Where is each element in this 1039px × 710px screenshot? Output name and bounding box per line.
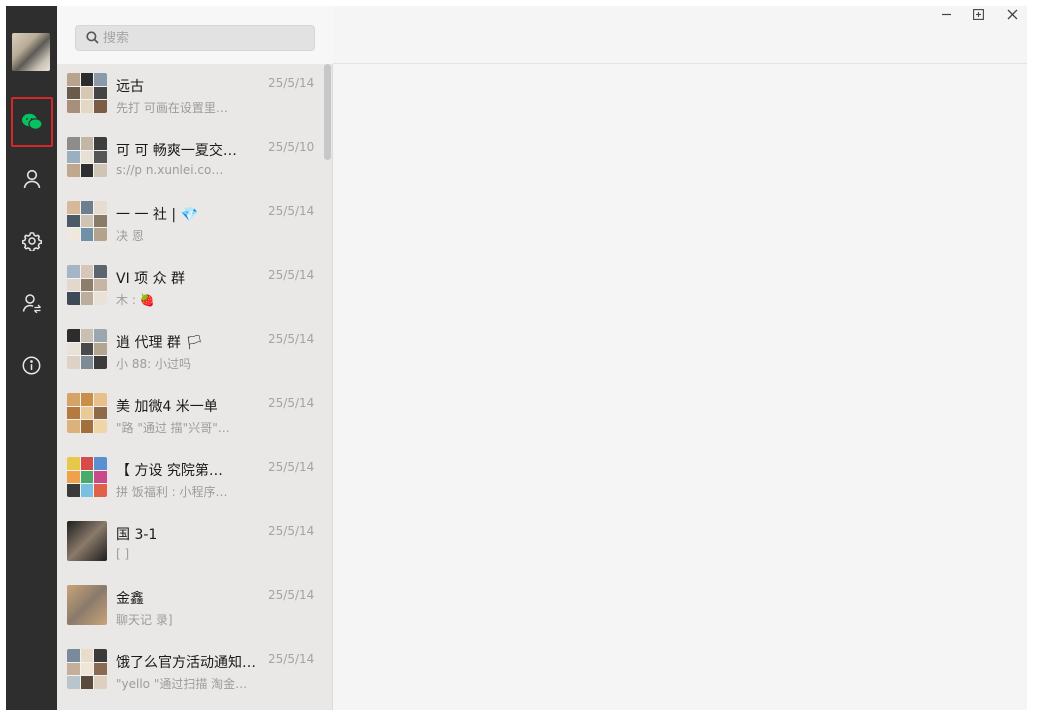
conversation-item[interactable]: 金鑫聊天记 录] 25/5/14 [57,576,323,640]
group-avatar [67,329,107,369]
close-icon [1007,8,1018,24]
chat-content-pane [333,6,1027,710]
contact-avatar [67,585,107,625]
conversation-name: 国 3-1 [116,527,158,543]
conversation-name: 美 加微4 米一单 [116,399,218,415]
conversation-date: 25/5/10 [268,140,315,154]
conversation-item[interactable]: 逍 代理 群 🏳 小 88: 小过吗 25/5/14 [57,320,323,384]
conversation-item[interactable]: 国 3-1 [ ] 25/5/14 [57,512,323,576]
about-tab-button[interactable] [6,345,57,385]
chat-header [333,6,1027,64]
conversation-preview: 聊天记 录] [116,613,173,627]
conversation-date: 25/5/14 [268,332,315,346]
gear-icon [21,231,42,251]
conversation-preview: s://p n.xunlei.co… [116,163,224,177]
user-switch-icon [22,293,42,313]
conversation-date: 25/5/14 [268,460,315,474]
conversation-date: 25/5/14 [268,524,315,538]
conversation-preview: 木 : 🍓 [116,293,155,307]
conversation-date: 25/5/14 [268,204,315,218]
conversation-name: 逍 代理 群 🏳 [116,335,204,351]
conversation-date: 25/5/14 [268,268,315,282]
maximize-icon [972,8,984,24]
minimize-button[interactable] [929,6,963,26]
conversation-name: VI 项 众 群 [116,271,186,287]
minimize-icon [941,8,952,24]
user-avatar[interactable] [12,33,50,71]
person-icon [23,169,41,189]
contact-avatar [67,521,107,561]
chat-bubbles-icon [21,112,43,132]
conversation-preview: 拼 饭福利 : 小程序… [116,485,228,499]
settings-tab-button[interactable] [6,221,57,261]
chat-tab-button[interactable] [11,97,53,147]
conversation-name: 一 一 社 | 💎 [116,207,198,223]
conversation-preview: 先打 可画在设置里… [116,101,228,115]
conversation-item[interactable]: 饿了么官方活动通知… "yello "通过扫描 淘金… 25/5/14 [57,640,323,704]
conversation-list: 远古先打 可画在设置里… 25/5/14 可 可 畅爽一夏交… s://p n.xun… [57,64,323,710]
conversation-preview: [ ] [116,547,130,561]
search-icon [86,29,99,48]
search-bar [57,6,333,64]
conversation-date: 25/5/14 [268,588,315,602]
wechat-window: 远古先打 可画在设置里… 25/5/14 可 可 畅爽一夏交… s://p n.xun… [6,6,1027,710]
conversation-date: 25/5/14 [268,652,315,666]
conversation-item[interactable]: 美 加微4 米一单 "路 "通过 描"兴哥"… 25/5/14 [57,384,323,448]
conversation-item[interactable]: 远古先打 可画在设置里… 25/5/14 [57,64,323,128]
account-tab-button[interactable] [6,283,57,323]
conversation-item[interactable]: 可 可 畅爽一夏交… s://p n.xunlei.co… 25/5/10 [57,128,323,192]
conversation-name: 饿了么官方活动通知… [116,655,256,671]
conversation-name: 【 方设 究院第… [116,463,223,479]
conversation-name: 金鑫 [116,591,144,607]
contacts-tab-button[interactable] [6,159,57,199]
close-button[interactable] [995,6,1027,26]
nav-rail [6,6,57,710]
group-avatar [67,265,107,305]
group-avatar [67,649,107,689]
conversation-item[interactable]: 一 一 社 | 💎 决 恩 25/5/14 [57,192,323,256]
conversation-scrollbar[interactable] [323,64,333,710]
search-input[interactable] [103,30,303,46]
conversation-preview: "yello "通过扫描 淘金… [116,677,248,691]
conversation-date: 25/5/14 [268,396,315,410]
info-icon [22,356,41,375]
maximize-button[interactable] [961,6,995,26]
group-avatar [67,73,107,113]
conversation-preview: 小 88: 小过吗 [116,357,191,371]
group-avatar [67,457,107,497]
conversation-item[interactable]: VI 项 众 群木 : 🍓 25/5/14 [57,256,323,320]
group-avatar [67,201,107,241]
conversation-preview: "路 "通过 描"兴哥"… [116,421,230,435]
conversation-name: 可 可 畅爽一夏交… [116,143,237,159]
conversation-panel: 远古先打 可画在设置里… 25/5/14 可 可 畅爽一夏交… s://p n.xun… [57,6,333,710]
conversation-item[interactable]: 【 方设 究院第… 拼 饭福利 : 小程序… 25/5/14 [57,448,323,512]
group-avatar [67,137,107,177]
search-field[interactable] [75,25,315,51]
scrollbar-thumb[interactable] [324,64,331,160]
conversation-date: 25/5/14 [268,76,315,90]
conversation-preview: 决 恩 [116,229,144,243]
conversation-name: 远古 [116,79,144,95]
group-avatar [67,393,107,433]
